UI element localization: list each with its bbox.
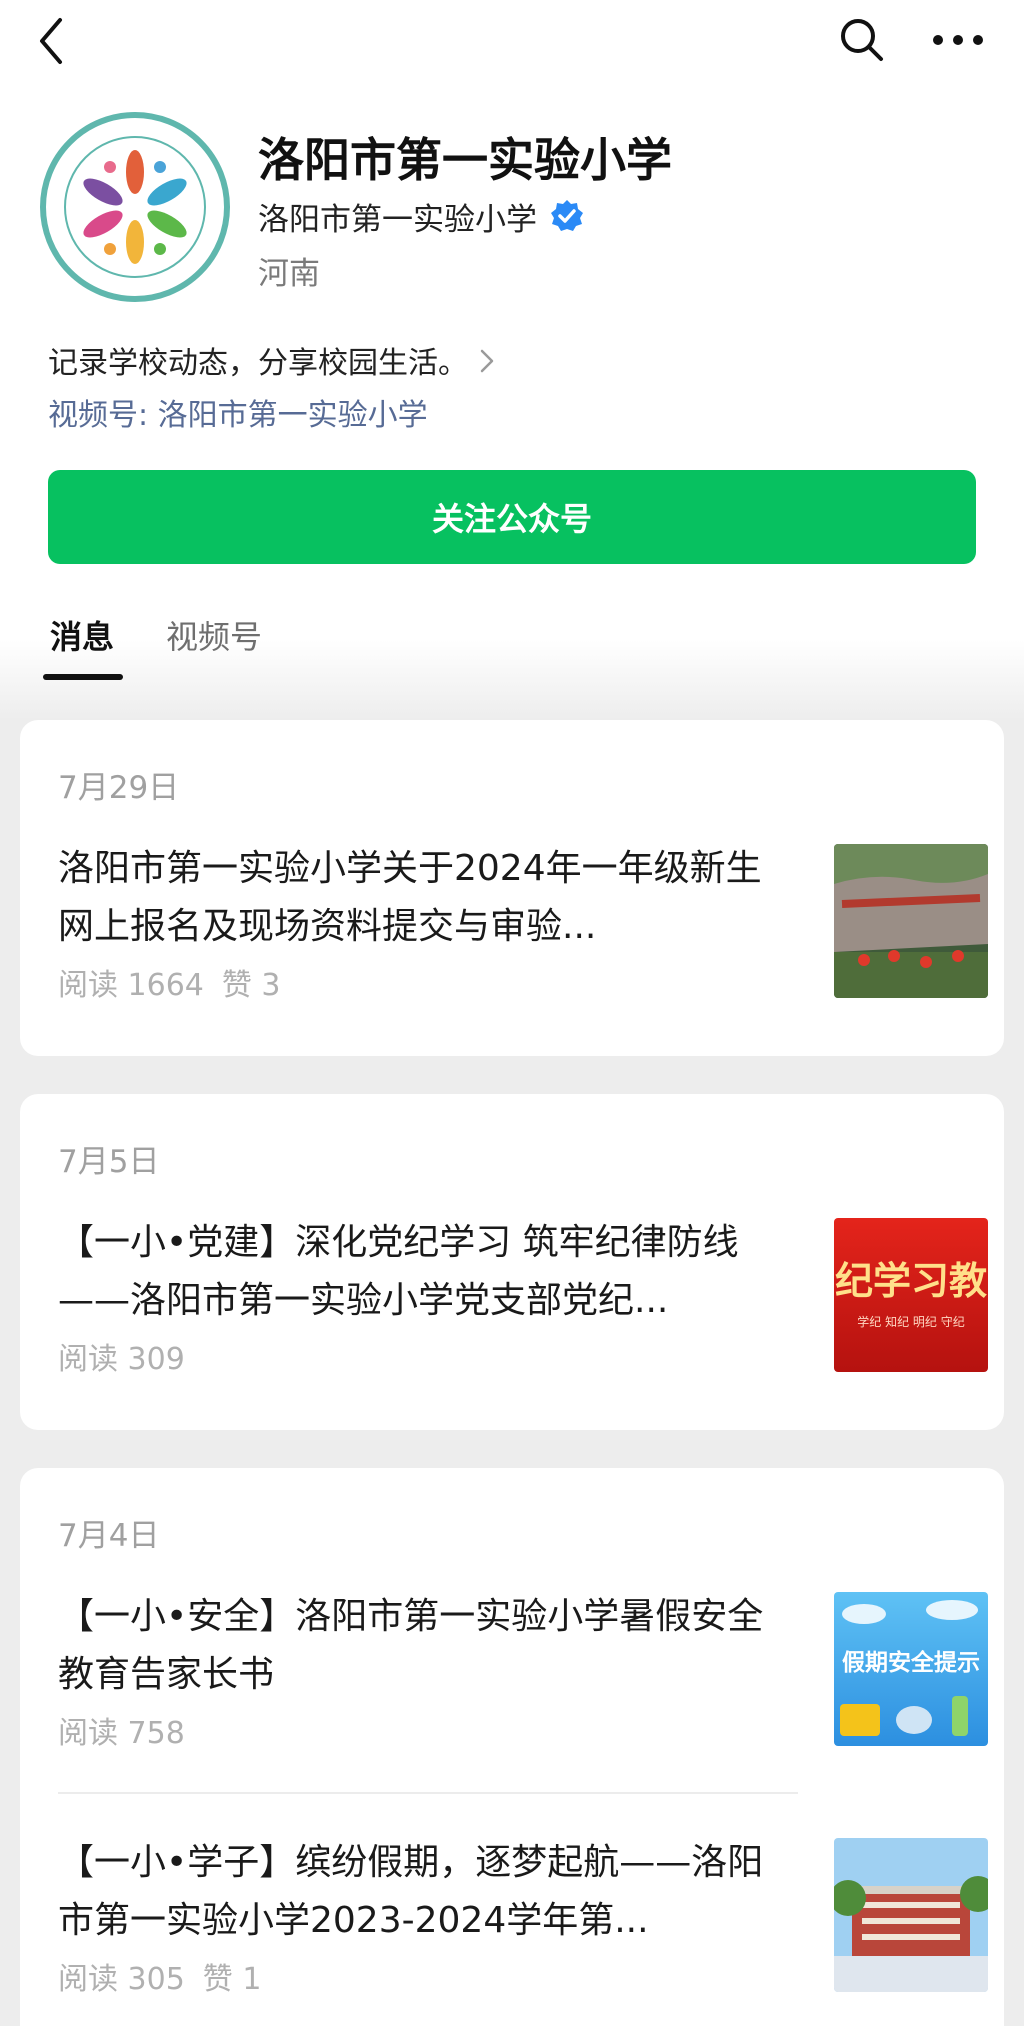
article-thumbnail: 纪学习教 学纪 知纪 明纪 守纪: [834, 1218, 988, 1372]
like-count: 赞 3: [221, 968, 281, 1003]
account-logo[interactable]: [40, 112, 230, 302]
article-thumbnail: [834, 1838, 988, 1992]
article-title: 洛阳市第一实验小学关于2024年一年级新生网上报名及现场资料提交与审验...: [58, 848, 762, 947]
tab-video-channel[interactable]: 视频号: [166, 612, 262, 668]
article-item[interactable]: 【一小•党建】深化党纪学习 筑牢纪律防线——洛阳市第一实验小学党支部党纪... …: [58, 1214, 988, 1384]
video-channel-link[interactable]: 视频号: 洛阳市第一实验小学: [48, 390, 428, 434]
article-divider: [58, 1792, 798, 1794]
verified-name: 洛阳市第一实验小学: [258, 201, 537, 238]
verified-name-row: 洛阳市第一实验小学: [258, 194, 585, 238]
article-stats: 阅读 1664 赞 3: [58, 960, 281, 1004]
verified-check-icon[interactable]: [549, 198, 585, 234]
article-item[interactable]: 【一小•安全】洛阳市第一实验小学暑假安全教育告家长书 阅读 758 假期安全提示: [58, 1588, 988, 1758]
more-dots-icon[interactable]: [930, 18, 986, 62]
article-stats: 阅读 758: [58, 1708, 185, 1752]
account-region: 河南: [258, 256, 320, 292]
search-icon[interactable]: [836, 14, 888, 66]
thumbnail-subline: 学纪 知纪 明纪 守纪: [857, 1314, 964, 1329]
like-count: 赞 1: [202, 1962, 262, 1997]
read-count: 阅读 309: [58, 1342, 185, 1377]
article-thumbnail: [834, 844, 988, 998]
account-title: 洛阳市第一实验小学: [258, 133, 672, 187]
article-title: 【一小•党建】深化党纪学习 筑牢纪律防线——洛阳市第一实验小学党支部党纪...: [58, 1222, 739, 1321]
feed-card: 7月29日 洛阳市第一实验小学关于2024年一年级新生网上报名及现场资料提交与审…: [20, 720, 1004, 1056]
read-count: 阅读 758: [58, 1716, 185, 1751]
chevron-right-icon: [478, 347, 496, 373]
article-stats: 阅读 305 赞 1: [58, 1954, 261, 1998]
article-item[interactable]: 洛阳市第一实验小学关于2024年一年级新生网上报名及现场资料提交与审验... 阅…: [58, 840, 988, 1010]
feed-date: 7月29日: [58, 770, 180, 806]
article-title: 【一小•安全】洛阳市第一实验小学暑假安全教育告家长书: [58, 1596, 764, 1695]
feed-date: 7月4日: [58, 1518, 160, 1554]
article-thumbnail: 假期安全提示: [834, 1592, 988, 1746]
article-title: 【一小•学子】缤纷假期，逐梦起航——洛阳市第一实验小学2023-2024学年第.…: [58, 1842, 764, 1941]
active-tab-indicator: [43, 674, 123, 680]
thumbnail-headline: 假期安全提示: [842, 1649, 980, 1676]
feed-date: 7月5日: [58, 1144, 160, 1180]
intro-text: 记录学校动态，分享校园生活。: [48, 346, 468, 381]
article-item[interactable]: 【一小•学子】缤纷假期，逐梦起航——洛阳市第一实验小学2023-2024学年第.…: [58, 1834, 988, 2004]
article-stats: 阅读 309: [58, 1334, 185, 1378]
follow-button[interactable]: 关注公众号: [48, 470, 976, 564]
read-count: 阅读 1664: [58, 968, 204, 1003]
thumbnail-headline: 纪学习教: [835, 1259, 987, 1303]
read-count: 阅读 305: [58, 1962, 185, 1997]
back-arrow-icon[interactable]: [30, 14, 80, 68]
tab-messages[interactable]: 消息: [50, 612, 114, 668]
feed-card: 7月5日 【一小•党建】深化党纪学习 筑牢纪律防线——洛阳市第一实验小学党支部党…: [20, 1094, 1004, 1430]
account-intro[interactable]: 记录学校动态，分享校园生活。: [48, 338, 496, 382]
feed-card: 7月4日 【一小•安全】洛阳市第一实验小学暑假安全教育告家长书 阅读 758 假…: [20, 1468, 1004, 2026]
